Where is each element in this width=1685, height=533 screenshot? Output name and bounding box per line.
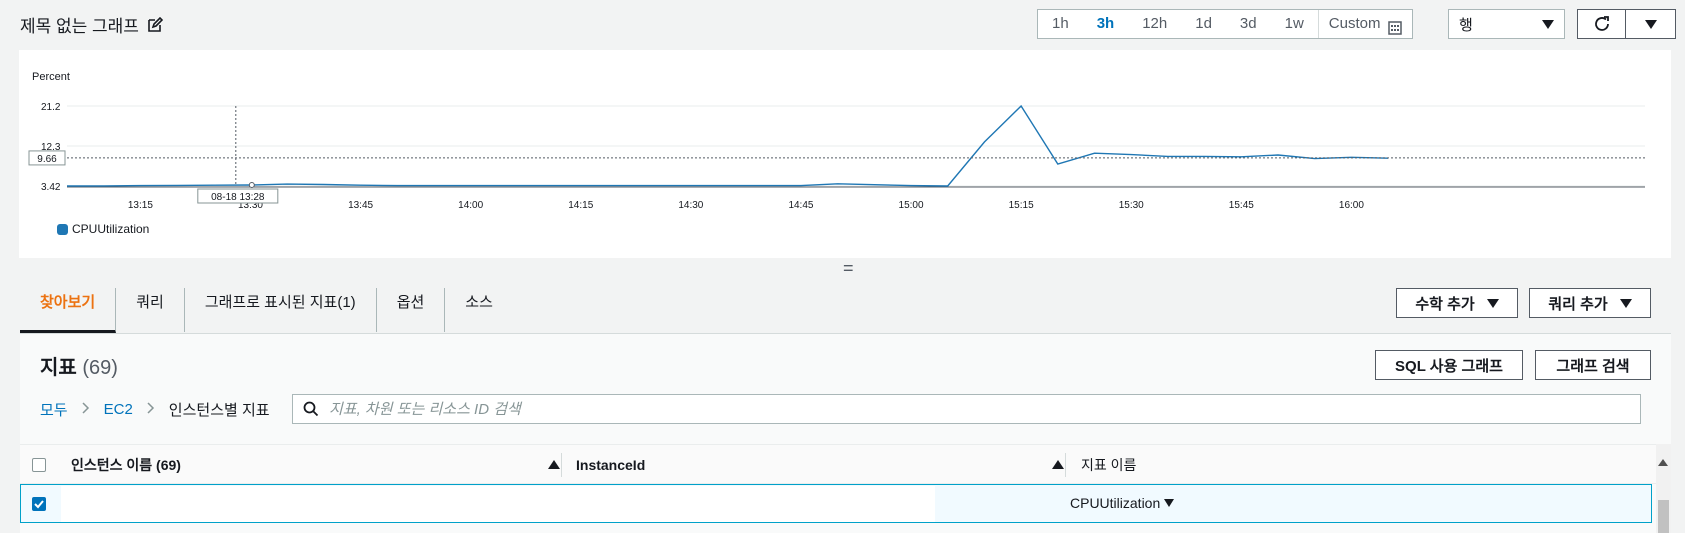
x-tick-label: 15:45: [1229, 200, 1254, 211]
view-type-select[interactable]: 행: [1448, 9, 1565, 39]
breadcrumb-all[interactable]: 모두: [40, 399, 68, 420]
crosshair-point: [248, 182, 255, 188]
column-metric-name[interactable]: 지표 이름: [1081, 445, 1136, 485]
chevron-down-icon: [1619, 298, 1632, 308]
column-instance-id[interactable]: InstanceId: [576, 445, 645, 485]
time-range-selector: 1h 3h 12h 1d 3d 1w Custom: [1037, 9, 1414, 39]
tab-browse[interactable]: 찾아보기: [20, 288, 117, 333]
sort-up-icon[interactable]: [1052, 460, 1064, 469]
x-tick-label: 14:30: [678, 200, 703, 211]
x-tick-label: 13:45: [348, 200, 373, 211]
chevron-right-icon: [82, 401, 90, 418]
y-tick-label: 21.2: [41, 102, 61, 113]
tab-source[interactable]: 소스: [445, 288, 513, 332]
y-axis-label: Percent: [32, 71, 70, 83]
add-math-button[interactable]: 수학 추가: [1396, 288, 1518, 318]
custom-range-button[interactable]: Custom: [1317, 10, 1413, 38]
sql-graph-button[interactable]: SQL 사용 그래프: [1375, 350, 1523, 380]
range-1w[interactable]: 1w: [1271, 10, 1318, 38]
metric-search-input[interactable]: [329, 400, 1609, 418]
breadcrumb-current: 인스턴스별 지표: [168, 402, 270, 419]
metric-name-text: CPUUtilization: [1070, 495, 1161, 511]
tab-bar: 찾아보기 쿼리 그래프로 표시된 지표(1) 옵션 소스: [20, 288, 513, 333]
range-3d[interactable]: 3d: [1226, 10, 1271, 38]
add-math-label: 수학 추가: [1415, 295, 1475, 313]
refresh-control: [1577, 9, 1676, 39]
search-icon: [303, 401, 319, 417]
add-query-button[interactable]: 쿼리 추가: [1529, 288, 1651, 318]
edit-icon[interactable]: [147, 16, 164, 33]
chevron-down-icon: [1644, 19, 1657, 29]
column-divider[interactable]: [561, 453, 562, 477]
resize-handle[interactable]: =: [843, 258, 854, 278]
tab-options[interactable]: 옵션: [377, 288, 446, 332]
row-instance-cells: [61, 486, 935, 522]
range-1d[interactable]: 1d: [1181, 10, 1226, 38]
crosshair-y-label: 9.66: [37, 154, 57, 165]
refresh-icon: [1594, 16, 1609, 31]
column-instance-name[interactable]: 인스턴스 이름 (69): [71, 445, 181, 485]
scrollbar[interactable]: [1656, 444, 1671, 533]
metric-name-cell: CPUUtilization: [1070, 495, 1175, 511]
metrics-heading: 지표 (69): [40, 351, 118, 380]
tab-graphed-metrics[interactable]: 그래프로 표시된 지표(1): [185, 288, 377, 332]
line-chart[interactable]: Percent3.4212.321.213:15 13:30 13:45 14:00 1…: [19, 50, 1671, 258]
x-tick-label: 13:15: [128, 200, 153, 211]
range-3h[interactable]: 3h: [1083, 10, 1129, 38]
x-tick-label: 14:45: [788, 200, 813, 211]
filter-icon[interactable]: [1164, 499, 1175, 507]
legend-label: CPUUtilization: [72, 222, 150, 236]
x-tick-label: 14:00: [458, 200, 483, 211]
graph-search-button[interactable]: 그래프 검색: [1535, 350, 1651, 380]
x-tick-label: 14:15: [568, 200, 593, 211]
scroll-up-arrow[interactable]: [1658, 459, 1668, 466]
sort-up-icon[interactable]: [548, 460, 560, 469]
add-query-label: 쿼리 추가: [1548, 295, 1608, 313]
range-12h[interactable]: 12h: [1128, 10, 1181, 38]
graph-title: 제목 없는 그래프: [20, 12, 164, 37]
metrics-count: (69): [82, 357, 118, 379]
x-tick-label: 15:15: [1009, 200, 1034, 211]
custom-label: Custom: [1328, 15, 1381, 32]
checkmark-icon: [34, 500, 44, 509]
range-1h[interactable]: 1h: [1038, 10, 1083, 38]
x-tick-label: 15:30: [1119, 200, 1144, 211]
calendar-icon: [1388, 17, 1403, 35]
column-divider[interactable]: [1065, 453, 1066, 477]
metric-search-box: [292, 394, 1641, 424]
chart-legend[interactable]: CPUUtilization: [57, 222, 149, 236]
table-header: 인스턴스 이름 (69) InstanceId 지표 이름: [20, 444, 1671, 484]
chevron-down-icon: [1486, 298, 1499, 308]
refresh-options-button[interactable]: [1626, 10, 1675, 38]
refresh-button[interactable]: [1578, 10, 1626, 38]
breadcrumb-ec2[interactable]: EC2: [104, 401, 133, 418]
x-tick-label: 15:00: [899, 200, 924, 211]
scroll-thumb[interactable]: [1658, 500, 1669, 533]
metrics-title: 지표: [40, 357, 77, 379]
crosshair-x-label: 08-18 13:28: [211, 192, 265, 203]
row-checkbox[interactable]: [32, 497, 46, 511]
table-row[interactable]: CPUUtilization: [20, 484, 1652, 523]
y-tick-label: 3.42: [41, 182, 61, 193]
tab-query[interactable]: 쿼리: [116, 288, 185, 332]
view-type-value: 행: [1459, 16, 1473, 34]
breadcrumb: 모두 EC2 인스턴스별 지표: [40, 399, 270, 420]
chevron-down-icon: [1542, 19, 1554, 29]
x-tick-label: 16:00: [1339, 200, 1364, 211]
legend-swatch: [57, 223, 68, 235]
graph-title-text: 제목 없는 그래프: [20, 17, 139, 36]
select-all-checkbox[interactable]: [32, 458, 46, 472]
chart-panel: Percent 3.42 12.3 21.2 13:15 13:30 13:45 14:00 1…: [19, 50, 1671, 258]
chevron-right-icon: [147, 401, 155, 418]
